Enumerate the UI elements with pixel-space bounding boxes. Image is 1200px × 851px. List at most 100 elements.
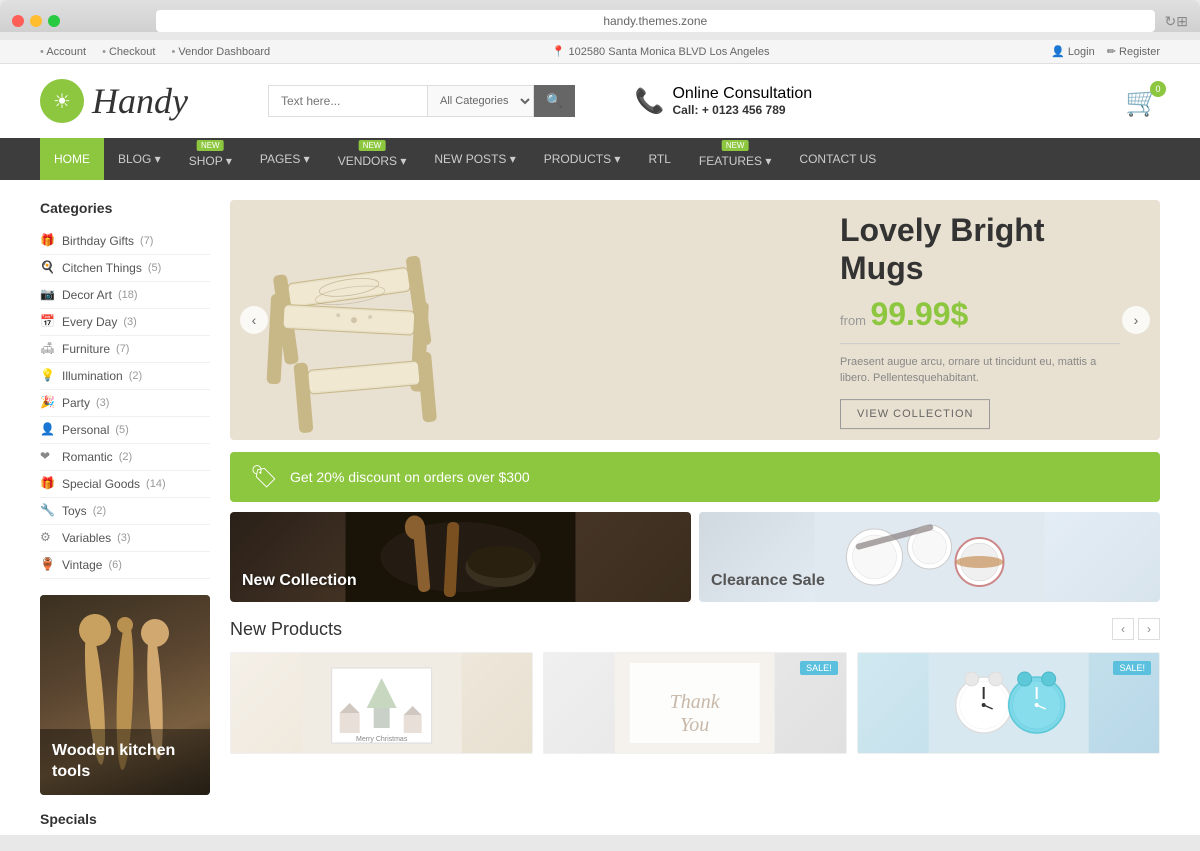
person-icon: 👤	[40, 422, 56, 438]
search-button[interactable]: 🔍	[534, 85, 575, 117]
consultation-info: Online Consultation Call: + 0123 456 789	[672, 85, 812, 117]
nav-rtl[interactable]: RTL	[634, 138, 684, 180]
promo-grid: New Collection	[230, 512, 1160, 602]
variables-icon: ⚙	[40, 530, 56, 546]
category-name: Every Day	[62, 315, 117, 329]
party-icon: 🎉	[40, 395, 56, 411]
product-card[interactable]: Merry Christmas	[230, 652, 533, 754]
maximize-window-button[interactable]	[48, 15, 60, 27]
discount-banner: 🏷 Get 20% discount on orders over $300	[230, 452, 1160, 502]
product-1-svg: Merry Christmas	[231, 653, 532, 753]
vintage-icon: 🏺	[40, 557, 56, 573]
products-prev-button[interactable]: ‹	[1112, 618, 1134, 640]
cart-badge: 0	[1150, 81, 1166, 97]
category-count: (7)	[116, 343, 129, 355]
nav-features[interactable]: NEW FEATURES ▾	[685, 138, 785, 180]
nav-contact[interactable]: CONTACT US	[785, 138, 890, 180]
view-collection-button[interactable]: VIEW COLLECTION	[840, 399, 990, 429]
list-item[interactable]: 💡 Illumination (2)	[40, 363, 210, 390]
list-item[interactable]: 🏺 Vintage (6)	[40, 552, 210, 579]
expand-icon[interactable]: ⊞	[1176, 13, 1188, 30]
svg-text:You: You	[680, 714, 709, 736]
category-count: (3)	[96, 397, 109, 409]
category-name: Personal	[62, 423, 109, 437]
list-item[interactable]: 📅 Every Day (3)	[40, 309, 210, 336]
category-name: Romantic	[62, 450, 113, 464]
account-link[interactable]: Account	[40, 46, 86, 58]
category-name: Furniture	[62, 342, 110, 356]
nav-blog[interactable]: BLOG ▾	[104, 138, 175, 180]
top-bar-links: Account Checkout Vendor Dashboard	[40, 46, 270, 58]
products-next-button[interactable]: ›	[1138, 618, 1160, 640]
consultation-label: Online Consultation	[672, 85, 812, 103]
login-link[interactable]: 👤 Login	[1051, 45, 1095, 58]
list-item[interactable]: 🎉 Party (3)	[40, 390, 210, 417]
list-item[interactable]: 🛋 Furniture (7)	[40, 336, 210, 363]
clearance-label: Clearance Sale	[711, 572, 825, 590]
special-icon: 🎁	[40, 476, 56, 492]
category-count: (18)	[118, 289, 138, 301]
address-bar: 102580 Santa Monica BLVD Los Angeles	[552, 45, 770, 58]
specials-section: Specials Vine Table 15,00$ 12,00$	[40, 811, 210, 835]
rolling-pins-svg	[250, 200, 530, 440]
light-icon: 💡	[40, 368, 56, 384]
sale-badge: SALE!	[1113, 661, 1151, 675]
slider-content: Lovely Bright Mugs from 99.99$ Praesent …	[840, 211, 1120, 429]
user-links: 👤 Login ✏ Register	[1051, 45, 1160, 58]
product-image: SALE!	[858, 653, 1159, 753]
list-item[interactable]: ❤ Romantic (2)	[40, 444, 210, 471]
slider-divider	[840, 343, 1120, 344]
nav-new-posts[interactable]: NEW POSTS ▾	[420, 138, 529, 180]
section-navigation: ‹ ›	[1112, 618, 1160, 640]
sale-badge: SALE!	[800, 661, 838, 675]
sidebar-promo-overlay: Wooden kitchen tools	[40, 729, 210, 795]
checkout-link[interactable]: Checkout	[102, 46, 155, 58]
nav-products[interactable]: PRODUCTS ▾	[530, 138, 635, 180]
site-wrapper: Account Checkout Vendor Dashboard 102580…	[0, 40, 1200, 835]
list-item[interactable]: 🍳 Citchen Things (5)	[40, 255, 210, 282]
sidebar-promo[interactable]: Wooden kitchen tools	[40, 595, 210, 795]
slider-from-label: from	[840, 313, 866, 328]
product-image: Merry Christmas	[231, 653, 532, 753]
slider-pricing: from 99.99$	[840, 296, 1120, 333]
close-window-button[interactable]	[12, 15, 24, 27]
vendor-link[interactable]: Vendor Dashboard	[171, 46, 270, 58]
logo-text: Handy	[92, 80, 188, 122]
nav-pages[interactable]: PAGES ▾	[246, 138, 324, 180]
refresh-icon[interactable]: ↻	[1165, 13, 1177, 30]
list-item[interactable]: 🎁 Special Goods (14)	[40, 471, 210, 498]
category-count: (2)	[129, 370, 142, 382]
search-input[interactable]	[268, 85, 428, 117]
slider-prev-button[interactable]: ‹	[240, 306, 268, 334]
category-count: (7)	[140, 235, 153, 247]
category-select[interactable]: All Categories	[428, 85, 534, 117]
hero-slider: Lovely Bright Mugs from 99.99$ Praesent …	[230, 200, 1160, 440]
gift-icon: 🎁	[40, 233, 56, 249]
list-item[interactable]: 📷 Decor Art (18)	[40, 282, 210, 309]
new-collection-card[interactable]: New Collection	[230, 512, 691, 602]
list-item[interactable]: 🎁 Birthday Gifts (7)	[40, 228, 210, 255]
slider-next-button[interactable]: ›	[1122, 306, 1150, 334]
minimize-window-button[interactable]	[30, 15, 42, 27]
category-count: (3)	[117, 532, 130, 544]
nav-shop[interactable]: NEW SHOP ▾	[175, 138, 246, 180]
furniture-icon: 🛋	[40, 341, 56, 357]
product-image: SALE! Thank You	[544, 653, 845, 753]
list-item[interactable]: 🔧 Toys (2)	[40, 498, 210, 525]
new-products-section: New Products ‹ ›	[230, 618, 1160, 754]
navigation: HOME BLOG ▾ NEW SHOP ▾ PAGES ▾ NEW VENDO…	[0, 138, 1200, 180]
product-card[interactable]: SALE!	[857, 652, 1160, 754]
cart-area[interactable]: 🛒 0	[1125, 85, 1160, 118]
list-item[interactable]: 👤 Personal (5)	[40, 417, 210, 444]
list-item[interactable]: ⚙ Variables (3)	[40, 525, 210, 552]
url-bar[interactable]: handy.themes.zone	[156, 10, 1155, 32]
category-count: (2)	[93, 505, 106, 517]
clearance-card[interactable]: Clearance Sale	[699, 512, 1160, 602]
product-card[interactable]: SALE! Thank You	[543, 652, 846, 754]
category-name: Citchen Things	[62, 261, 142, 275]
category-name: Toys	[62, 504, 87, 518]
new-collection-label: New Collection	[242, 572, 357, 590]
nav-home[interactable]: HOME	[40, 138, 104, 180]
register-link[interactable]: ✏ Register	[1107, 45, 1160, 58]
nav-vendors[interactable]: NEW VENDORS ▾	[324, 138, 421, 180]
